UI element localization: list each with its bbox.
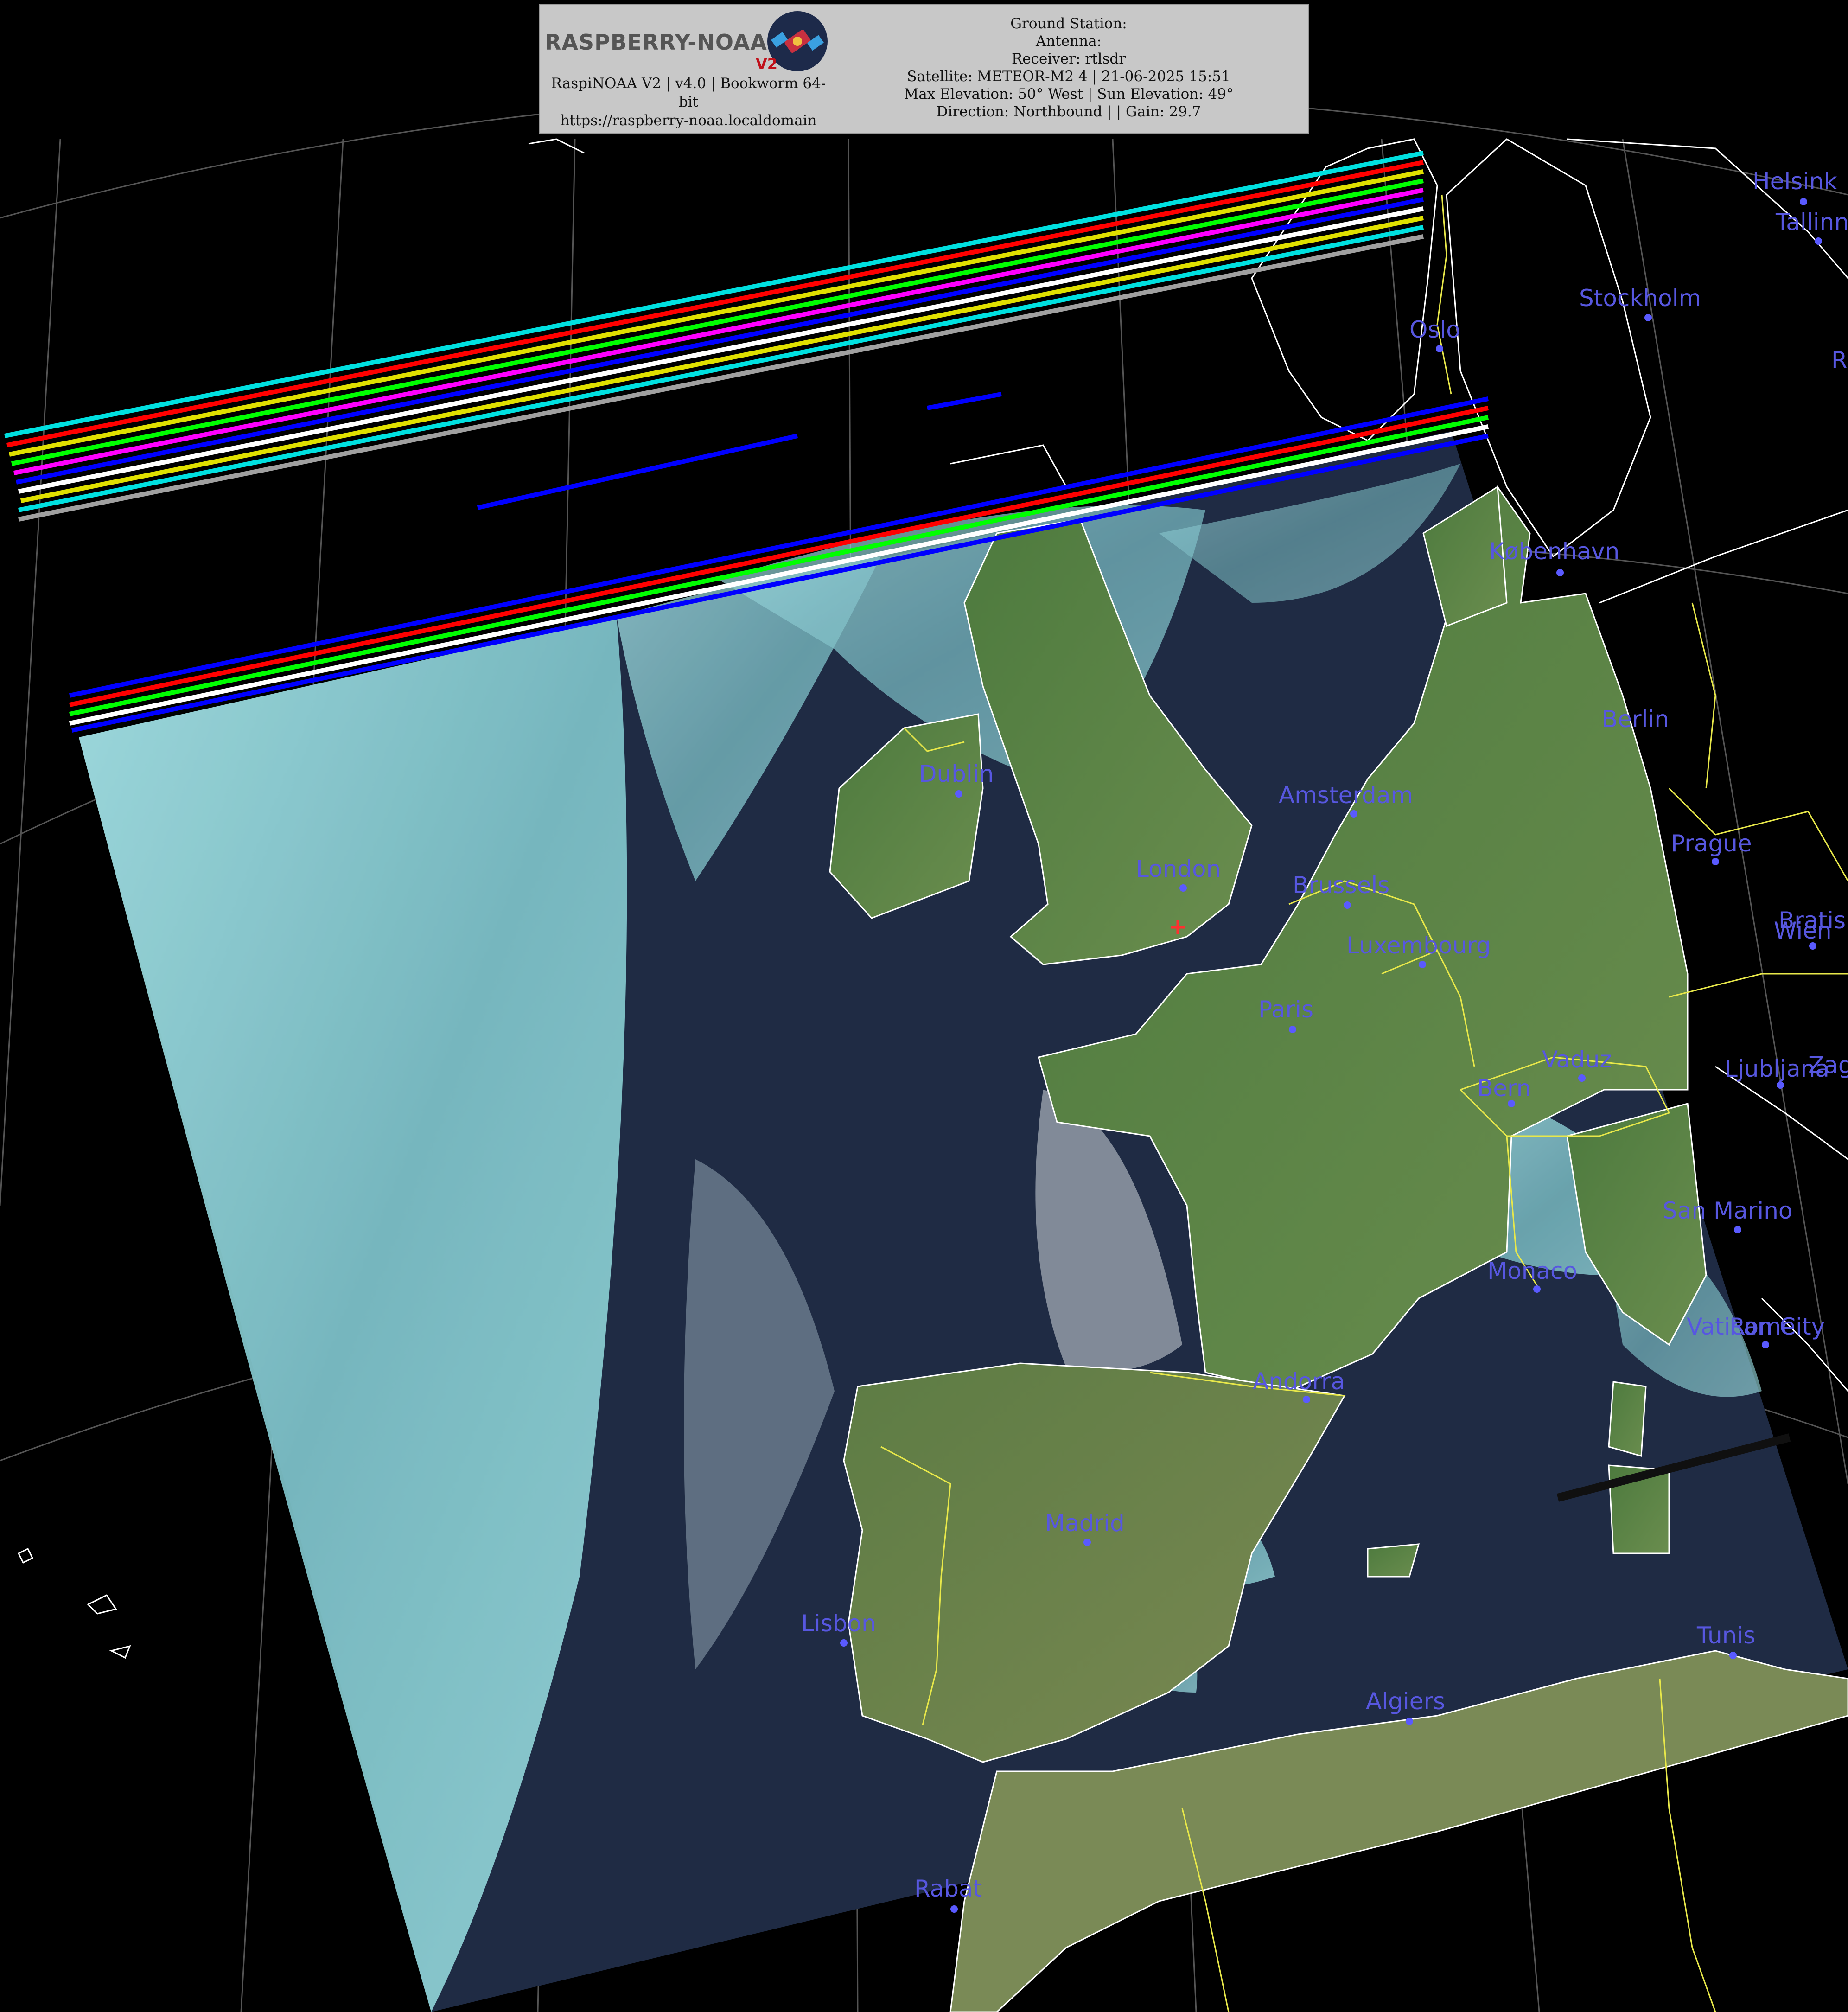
city-label-tunis: Tunis (1697, 1622, 1756, 1649)
dot-stockholm (1644, 314, 1652, 321)
direction-gain-label: Direction: Northbound | | Gain: 29.7 (936, 103, 1201, 120)
dot-luxembourg (1419, 961, 1426, 968)
city-label-oslo: Oslo (1409, 316, 1460, 343)
city-label-partial: R (1831, 347, 1848, 374)
dot-tallinn (1815, 237, 1822, 245)
ground-station-label: Ground Station: (1010, 15, 1127, 32)
dot-lisbon (840, 1639, 848, 1647)
city-label-tallinn: Tallinn (1776, 209, 1848, 236)
logo-text: RASPBERRY-NOAA (545, 30, 767, 55)
dot-vaduz (1578, 1074, 1586, 1082)
satellite-map (0, 0, 1848, 2012)
city-label-dublin: Dublin (919, 760, 994, 787)
dot-rome (1762, 1341, 1769, 1348)
city-label-brussels: Brussels (1293, 872, 1390, 899)
city-label-monaco: Monaco (1487, 1258, 1578, 1284)
dot-rabat (950, 1905, 958, 1913)
dot-tunis (1729, 1652, 1737, 1659)
dot-algiers (1406, 1718, 1413, 1725)
elevation-label: Max Elevation: 50° West | Sun Elevation:… (904, 86, 1234, 102)
city-label-san-marino: San Marino (1663, 1197, 1793, 1224)
land-corsica (1608, 1381, 1647, 1457)
city-label-luxembourg: Luxembourg (1346, 932, 1491, 959)
city-label-bern: Bern (1477, 1075, 1531, 1102)
city-label-lisbon: Lisbon (801, 1610, 876, 1637)
city-label-kobenhavn: København (1489, 538, 1620, 565)
city-label-stockholm: Stockholm (1579, 285, 1701, 312)
city-label-algiers: Algiers (1366, 1688, 1446, 1715)
app-version-line-cont: bit (678, 94, 699, 110)
pass-info-panel: RASPBERRY-NOAA V2 RaspiNOAA V2 | v4.0 | … (539, 4, 1309, 134)
city-label-rome: Rome (1729, 1313, 1796, 1340)
receiver-label: Receiver: rtlsdr (1011, 51, 1126, 67)
dot-kobenhavn (1556, 569, 1564, 576)
land-mallorca (1367, 1543, 1420, 1578)
satellite-label: Satellite: METEOR-M2 4 | 21-06-2025 15:5… (907, 68, 1230, 85)
city-label-andorra: Andorra (1253, 1368, 1345, 1395)
city-label-paris: Paris (1258, 996, 1314, 1023)
dot-andorra (1303, 1396, 1310, 1403)
city-label-wien: Wien (1774, 917, 1832, 944)
city-label-helsinki: Helsink (1752, 168, 1837, 195)
dot-paris (1289, 1026, 1296, 1033)
dot-madrid (1083, 1539, 1091, 1546)
app-url: https://raspberry-noaa.localdomain (560, 112, 817, 129)
dot-prague (1712, 858, 1719, 865)
dot-brussels (1344, 901, 1351, 909)
logo-version: V2 (756, 55, 778, 73)
city-label-prague: Prague (1671, 830, 1752, 857)
app-logo: RASPBERRY-NOAA V2 (545, 11, 832, 73)
dot-ljubljana (1777, 1081, 1784, 1089)
antenna-label: Antenna: (1035, 33, 1102, 50)
app-info: RaspiNOAA V2 | v4.0 | Bookworm 64- bit h… (540, 74, 837, 130)
dot-san-marino (1734, 1226, 1741, 1233)
app-version-line: RaspiNOAA V2 | v4.0 | Bookworm 64- (551, 75, 826, 92)
dot-helsinki (1800, 198, 1807, 205)
city-label-berlin: Berlin (1602, 706, 1670, 733)
city-label-vaduz: Vaduz (1542, 1046, 1612, 1073)
pass-details: Ground Station: Antenna: Receiver: rtlsd… (832, 15, 1305, 121)
dot-dublin (955, 790, 962, 798)
dot-london (1179, 884, 1187, 892)
city-label-amsterdam: Amsterdam (1279, 782, 1414, 809)
dot-monaco (1533, 1285, 1541, 1293)
dot-amsterdam (1350, 810, 1357, 818)
city-label-london: London (1136, 856, 1221, 882)
dot-oslo (1436, 345, 1443, 352)
city-label-madrid: Madrid (1045, 1510, 1125, 1537)
city-label-rabat: Rabat (914, 1875, 982, 1902)
city-label-zagreb: Zag (1808, 1052, 1848, 1079)
